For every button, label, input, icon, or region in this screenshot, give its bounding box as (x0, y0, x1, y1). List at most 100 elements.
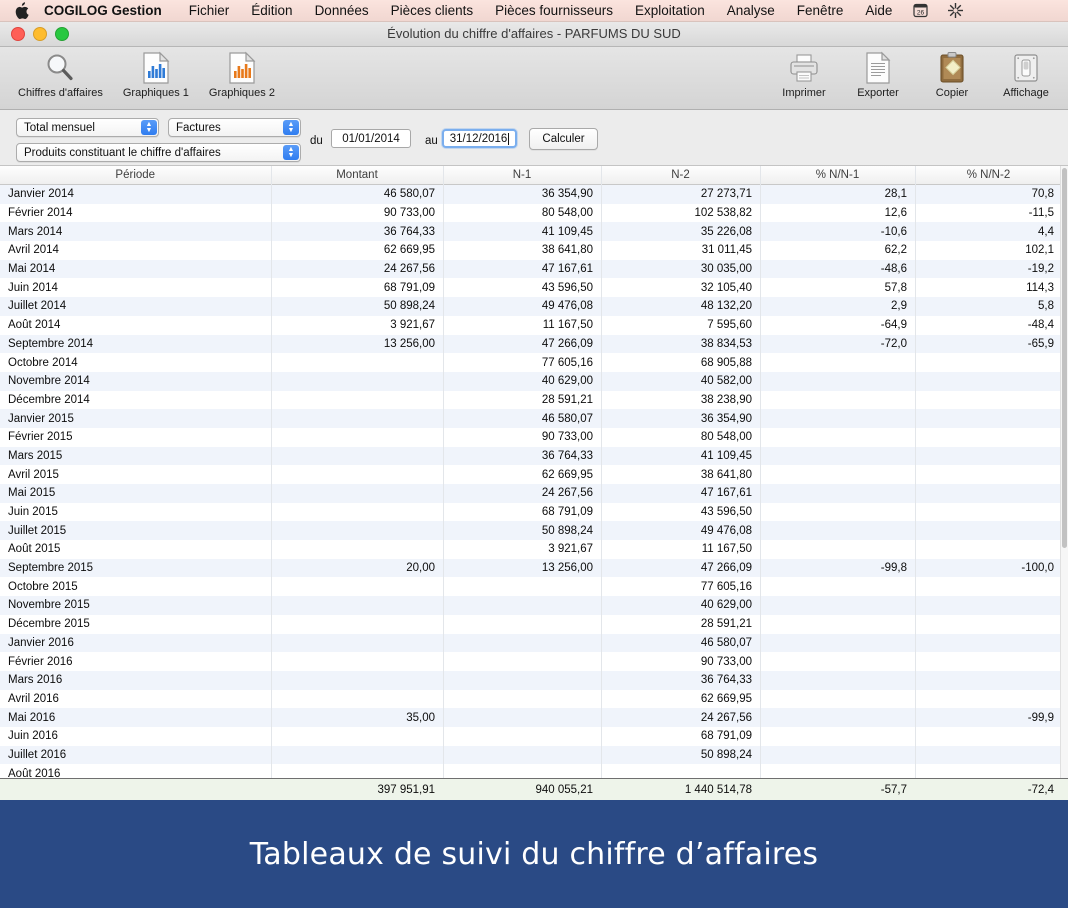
table-row[interactable]: Février 2015 90 733,00 80 548,00 (0, 427, 1068, 447)
vertical-scrollbar[interactable] (1060, 166, 1068, 780)
column-header-pct-n-n2[interactable]: % N/N-2 (915, 166, 1063, 185)
table-row[interactable]: Janvier 2014 46 580,07 36 354,90 27 273,71 2… (0, 184, 1068, 204)
chevron-updown-icon: ▲ ▼ (283, 145, 299, 160)
column-header-periode[interactable]: Période (0, 166, 272, 185)
table-header: Période Montant N-1 N-2 % N/N-1 % N/N-2 (0, 166, 1068, 185)
toolbar-button-chiffres-affaires[interactable]: Chiffres d'affaires (12, 50, 109, 99)
cell-periode: Janvier 2016 (8, 636, 74, 649)
date-to-input[interactable]: 31/12/2016 (442, 129, 517, 148)
table-row[interactable]: Janvier 2015 46 580,07 36 354,90 (0, 409, 1068, 428)
table-row[interactable]: Mars 2014 36 764,33 41 109,45 35 226,08 -10,… (0, 222, 1068, 242)
column-header-n1[interactable]: N-1 (443, 166, 602, 185)
table-row[interactable]: Juillet 2015 50 898,24 49 476,08 (0, 521, 1068, 541)
cell-value (443, 652, 601, 671)
toolbar-button-graphiques-2[interactable]: Graphiques 2 (203, 50, 281, 99)
table-row[interactable]: Août 2015 3 921,67 11 167,50 (0, 540, 1068, 559)
table-row[interactable]: Mai 2015 24 267,56 47 167,61 (0, 484, 1068, 503)
close-button[interactable] (11, 27, 25, 41)
cell-value (443, 690, 601, 709)
from-label: du (310, 135, 323, 147)
column-header-pct-n-n1[interactable]: % N/N-1 (760, 166, 916, 185)
cell-value: 20,00 (406, 562, 435, 575)
date-from-input[interactable]: 01/01/2014 (331, 129, 411, 148)
table-row[interactable]: Mars 2016 36 764,33 (0, 670, 1068, 690)
menu-item-donnees[interactable]: Données (304, 0, 380, 22)
table-row[interactable]: Juin 2015 68 791,09 43 596,50 (0, 502, 1068, 522)
period-type-value: Total mensuel (24, 121, 95, 134)
cell-value: 7 595,60 (707, 319, 752, 332)
table-row[interactable]: Juin 2014 68 791,09 43 596,50 32 105,40 57,8… (0, 278, 1068, 298)
cell-periode: Février 2016 (8, 655, 73, 668)
table-row[interactable]: Mai 2014 24 267,56 47 167,61 30 035,00 -48,6… (0, 259, 1068, 279)
zoom-button[interactable] (55, 27, 69, 41)
toolbar-button-exporter[interactable]: Exporter (844, 50, 912, 99)
table-row[interactable]: Septembre 2015 20,00 13 256,00 47 266,09 -99… (0, 558, 1068, 578)
calendar-26-icon[interactable]: 26 (903, 3, 938, 18)
cell-value: 62 669,95 (383, 244, 435, 257)
cell-value (760, 690, 915, 709)
table-row[interactable]: Février 2014 90 733,00 80 548,00 102 538,82… (0, 203, 1068, 223)
column-header-n2[interactable]: N-2 (601, 166, 761, 185)
table-row[interactable]: Juin 2016 68 791,09 (0, 726, 1068, 746)
menu-item-pieces-fournisseurs[interactable]: Pièces fournisseurs (484, 0, 624, 22)
menu-item-analyse[interactable]: Analyse (716, 0, 786, 22)
cell-value: 43 596,50 (541, 281, 593, 294)
cell-value (915, 484, 1062, 503)
table-row[interactable]: Mai 2016 35,00 24 267,56 -99,9 (0, 708, 1068, 727)
gear-snowflake-icon[interactable] (938, 3, 973, 18)
table-row[interactable]: Avril 2014 62 669,95 38 641,80 31 011,45 62,… (0, 241, 1068, 260)
table-row[interactable]: Mars 2015 36 764,33 41 109,45 (0, 446, 1068, 466)
cell-value (760, 577, 915, 596)
table-row[interactable]: Novembre 2014 40 629,00 40 582,00 (0, 371, 1068, 391)
scope-select[interactable]: Produits constituant le chiffre d'affair… (16, 143, 301, 162)
apple-logo-icon[interactable] (14, 1, 30, 19)
toolbar-button-affichage[interactable]: Affichage (992, 50, 1060, 99)
menu-app-name[interactable]: COGILOG Gestion (44, 0, 178, 22)
column-divider (601, 166, 602, 800)
period-type-select[interactable]: Total mensuel ▲ ▼ (16, 118, 159, 137)
table-row[interactable]: Décembre 2014 28 591,21 38 238,90 (0, 390, 1068, 410)
cell-value: 40 629,00 (541, 375, 593, 388)
menu-item-pieces-clients[interactable]: Pièces clients (380, 0, 485, 22)
column-header-montant[interactable]: Montant (271, 166, 444, 185)
table-row[interactable]: Janvier 2016 46 580,07 (0, 633, 1068, 653)
table-row[interactable]: Décembre 2015 28 591,21 (0, 614, 1068, 634)
cell-value: 50 898,24 (700, 748, 752, 761)
toolbar-button-graphiques-1[interactable]: Graphiques 1 (117, 50, 195, 99)
cell-value (915, 652, 1062, 671)
table-row[interactable]: Avril 2016 62 669,95 (0, 689, 1068, 709)
table-row[interactable]: Septembre 2014 13 256,00 47 266,09 38 834,5… (0, 334, 1068, 354)
minimize-button[interactable] (33, 27, 47, 41)
cell-value: 102,1 (1025, 244, 1054, 257)
cell-value (760, 615, 915, 634)
cell-value: 36 354,90 (541, 188, 593, 201)
table-row[interactable]: Novembre 2015 40 629,00 (0, 596, 1068, 615)
cell-periode: Juillet 2014 (8, 300, 67, 313)
table-row[interactable]: Avril 2015 62 669,95 38 641,80 (0, 465, 1068, 484)
toolbar-button-copier[interactable]: Copier (918, 50, 986, 99)
scrollbar-thumb[interactable] (1062, 168, 1067, 548)
bar-chart-document-blue-icon (141, 50, 171, 86)
table-row[interactable]: Juillet 2016 50 898,24 (0, 745, 1068, 765)
table-row[interactable]: Octobre 2014 77 605,16 68 905,88 (0, 353, 1068, 372)
table-row[interactable]: Octobre 2015 77 605,16 (0, 577, 1068, 597)
cell-periode: Mars 2014 (8, 225, 63, 238)
menu-item-aide[interactable]: Aide (854, 0, 903, 22)
chevron-updown-icon: ▲ ▼ (141, 120, 157, 135)
printer-icon (787, 50, 821, 86)
table-row[interactable]: Février 2016 90 733,00 (0, 652, 1068, 671)
menu-item-exploitation[interactable]: Exploitation (624, 0, 716, 22)
cell-value (760, 727, 915, 746)
cell-value: 28 591,21 (700, 618, 752, 631)
menu-item-edition[interactable]: Édition (240, 0, 303, 22)
menu-item-fichier[interactable]: Fichier (178, 0, 241, 22)
date-from-value: 01/01/2014 (342, 132, 400, 145)
cell-value (760, 484, 915, 503)
table-row[interactable]: Juillet 2014 50 898,24 49 476,08 48 132,20 2… (0, 297, 1068, 316)
toolbar-button-imprimer[interactable]: Imprimer (770, 50, 838, 99)
cell-periode: Novembre 2014 (8, 375, 90, 388)
menu-item-fenetre[interactable]: Fenêtre (786, 0, 855, 22)
table-row[interactable]: Août 2014 3 921,67 11 167,50 7 595,60 -64,9 -… (0, 315, 1068, 335)
document-type-select[interactable]: Factures ▲ ▼ (168, 118, 301, 137)
calculate-button[interactable]: Calculer (529, 128, 598, 150)
